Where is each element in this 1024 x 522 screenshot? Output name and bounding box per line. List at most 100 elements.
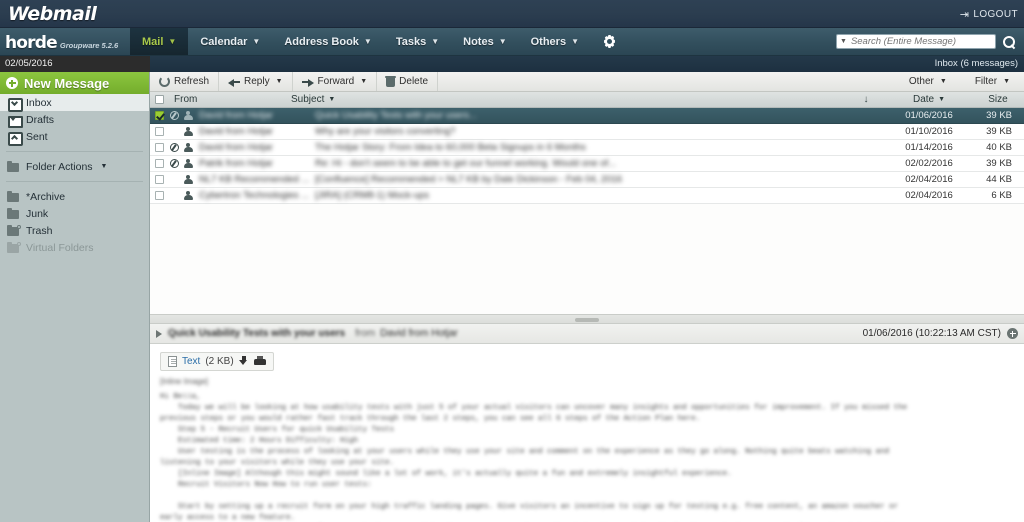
attachment-bar[interactable]: Text (2 KB) bbox=[160, 352, 274, 371]
horde-version: Groupware 5.2.6 bbox=[59, 41, 119, 50]
nav-item-address-book[interactable]: Address Book ▼ bbox=[272, 28, 384, 55]
chevron-down-icon: ▼ bbox=[498, 37, 507, 46]
answered-icon bbox=[170, 159, 179, 168]
checkbox-icon bbox=[154, 127, 164, 136]
message-toolbar: Refresh Reply ▼ Forward ▼ Delete Other ▼ bbox=[150, 72, 1024, 92]
current-date: 02/05/2016 bbox=[0, 56, 150, 72]
chevron-down-icon[interactable]: ▼ bbox=[840, 38, 851, 45]
preview-header: Quick Usability Tests with your users fr… bbox=[150, 324, 1024, 344]
chevron-down-icon: ▼ bbox=[100, 163, 108, 170]
sidebar-item-archive[interactable]: *Archive bbox=[0, 188, 149, 205]
attachment-size: (2 KB) bbox=[205, 356, 234, 367]
pane-splitter[interactable] bbox=[150, 314, 1024, 324]
splitter-grip[interactable] bbox=[575, 318, 599, 322]
nav-item-notes[interactable]: Notes ▼ bbox=[451, 28, 518, 55]
message-body: Text (2 KB) [Inline Image] Hi Bella, Tod… bbox=[150, 344, 1024, 522]
filter-menu-button[interactable]: Filter ▼ bbox=[961, 72, 1024, 91]
message-size: 6 KB bbox=[991, 190, 1012, 201]
table-row[interactable]: NL7 KB Recommended ... [Confluence] Reco… bbox=[150, 172, 1024, 188]
brand-bar: Webmail ⇥ LOGOUT bbox=[0, 0, 1024, 28]
forward-button[interactable]: Forward ▼ bbox=[293, 72, 378, 91]
sidebar-item-junk[interactable]: Junk bbox=[0, 205, 149, 222]
person-icon bbox=[183, 158, 193, 169]
reply-button[interactable]: Reply ▼ bbox=[219, 72, 293, 91]
chevron-down-icon: ▼ bbox=[939, 78, 947, 85]
row-checkbox[interactable] bbox=[150, 111, 168, 120]
logout-button[interactable]: ⇥ LOGOUT bbox=[960, 8, 1018, 21]
chevron-down-icon: ▼ bbox=[1003, 78, 1010, 85]
table-row[interactable]: Cybertron Technologies ... [JIRA] (CRM8-… bbox=[150, 188, 1024, 204]
refresh-button[interactable]: Refresh bbox=[150, 72, 220, 91]
contact-status bbox=[181, 110, 195, 121]
print-icon[interactable] bbox=[253, 356, 266, 367]
webmail-app: Webmail ⇥ LOGOUT horde Groupware 5.2.6 M… bbox=[0, 0, 1024, 522]
contact-status bbox=[181, 158, 195, 169]
sidebar-divider bbox=[6, 151, 143, 152]
sidebar-item-drafts[interactable]: Drafts bbox=[0, 111, 149, 128]
folder-icon bbox=[7, 207, 20, 220]
horde-name: horde bbox=[5, 33, 58, 53]
logout-label: LOGOUT bbox=[973, 9, 1018, 20]
refresh-icon bbox=[159, 76, 170, 87]
search-icon[interactable] bbox=[1002, 35, 1016, 49]
logout-icon: ⇥ bbox=[959, 9, 970, 21]
sidebar-item-virtual-folders[interactable]: Virtual Folders bbox=[0, 239, 149, 256]
chevron-down-icon: ▼ bbox=[363, 37, 372, 46]
other-menu-button[interactable]: Other ▼ bbox=[895, 72, 961, 91]
sidebar-item-trash[interactable]: Trash bbox=[0, 222, 149, 239]
message-subject: Re: Hi - don't seem to be able to get ou… bbox=[315, 158, 617, 169]
column-header-date[interactable]: Date ▼ bbox=[886, 94, 972, 105]
delete-button[interactable]: Delete bbox=[377, 72, 439, 91]
message-date: 02/04/2016 bbox=[905, 174, 953, 185]
contact-status bbox=[181, 174, 195, 185]
nav-item-tasks[interactable]: Tasks ▼ bbox=[384, 28, 451, 55]
mail-content: Refresh Reply ▼ Forward ▼ Delete Other ▼ bbox=[150, 72, 1024, 522]
column-header-from[interactable]: From bbox=[168, 94, 291, 105]
triangle-right-icon[interactable] bbox=[156, 329, 162, 338]
table-row[interactable]: David from Hotjar The Hotjar Story: From… bbox=[150, 140, 1024, 156]
sidebar-item-inbox[interactable]: Inbox bbox=[0, 94, 149, 112]
folder-icon bbox=[7, 190, 20, 203]
sidebar-item-folder-actions[interactable]: Folder Actions ▼ bbox=[0, 158, 149, 175]
search-input[interactable] bbox=[850, 35, 992, 48]
preview-meta: 01/06/2016 (10:22:13 AM CST) bbox=[863, 328, 1018, 339]
row-checkbox[interactable] bbox=[150, 143, 168, 152]
column-header-subject[interactable]: Subject ▼ bbox=[291, 94, 846, 105]
table-row[interactable]: David from Hotjar Why are your visitors … bbox=[150, 124, 1024, 140]
column-header-size[interactable]: Size bbox=[972, 94, 1024, 105]
settings-button[interactable] bbox=[591, 28, 628, 55]
new-message-button[interactable]: New Message bbox=[0, 72, 149, 94]
sidebar-item-label: *Archive bbox=[26, 190, 66, 203]
table-row[interactable]: Patrik from Hotjar Re: Hi - don't seem t… bbox=[150, 156, 1024, 172]
message-list-empty-space bbox=[150, 204, 1024, 314]
sort-direction-icon[interactable]: ↓ bbox=[846, 94, 886, 105]
sidebar-item-sent[interactable]: Sent bbox=[0, 128, 149, 146]
nav-item-mail[interactable]: Mail ▼ bbox=[130, 28, 189, 55]
preview-from: David from Hotjar bbox=[380, 328, 458, 339]
nav-item-calendar[interactable]: Calendar ▼ bbox=[188, 28, 272, 55]
row-checkbox[interactable] bbox=[150, 159, 168, 168]
folder-icon bbox=[7, 160, 20, 173]
nav-item-others[interactable]: Others ▼ bbox=[519, 28, 591, 55]
search-box[interactable]: ▼ bbox=[836, 34, 996, 49]
message-date: 02/04/2016 bbox=[905, 190, 953, 201]
chevron-down-icon: ▼ bbox=[360, 78, 368, 85]
filter-label: Filter bbox=[974, 76, 998, 87]
chevron-down-icon: ▼ bbox=[938, 96, 946, 103]
message-size: 39 KB bbox=[986, 126, 1012, 137]
answered-status bbox=[168, 111, 181, 120]
download-icon[interactable] bbox=[239, 356, 249, 367]
new-message-label: New Message bbox=[24, 75, 110, 91]
row-checkbox[interactable] bbox=[150, 175, 168, 184]
message-date: 01/10/2016 bbox=[905, 126, 953, 137]
plus-circle-icon[interactable] bbox=[1007, 328, 1018, 339]
answered-status bbox=[168, 143, 181, 152]
answered-status bbox=[168, 159, 181, 168]
message-date: 02/02/2016 bbox=[905, 158, 953, 169]
select-all-checkbox[interactable] bbox=[150, 95, 168, 104]
table-row[interactable]: David from Hotjar Quick Usability Tests … bbox=[150, 108, 1024, 124]
row-checkbox[interactable] bbox=[150, 191, 168, 200]
row-checkbox[interactable] bbox=[150, 127, 168, 136]
attachment-label[interactable]: Text bbox=[182, 356, 200, 367]
folder-trash-icon bbox=[7, 224, 21, 237]
